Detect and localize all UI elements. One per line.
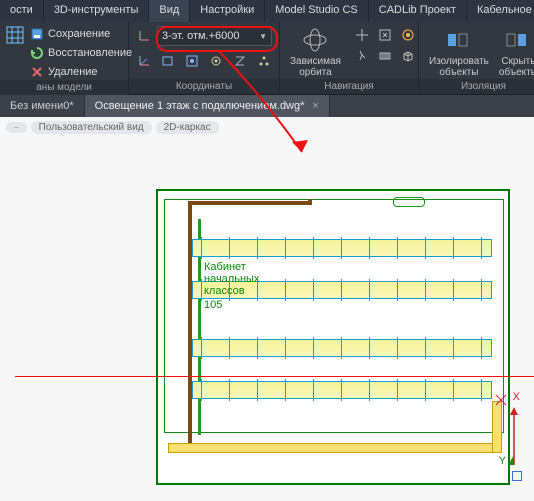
axis-x-label: X [513,391,520,403]
coord-dropdown-label: 3-эт. отм.+6000 [162,30,240,42]
panel-label-isolation: Изоляция [419,79,534,94]
restore-icon [30,46,44,60]
doc-tab-lighting[interactable]: Освещение 1 этаж с подключением.dwg* × [85,95,330,117]
isolate-icon [445,26,473,54]
tab-cable[interactable]: Кабельное хозяйство [467,0,534,22]
steering-wheel-icon[interactable] [399,26,417,44]
ucs-world-icon[interactable] [135,52,153,70]
drawing-canvas[interactable]: Кабинет начальных классов 105 X Y [0,137,534,501]
room-number-text: 105 [204,299,222,311]
hide-icon [504,26,532,54]
tab-settings[interactable]: Настройки [190,0,265,22]
restore-view-button[interactable]: Восстановление [30,45,132,61]
coord-dropdown[interactable]: 3-эт. отм.+6000 ▼ [157,26,272,46]
hide-objects-button[interactable]: Скрыть объекты [495,26,534,78]
ucs-view-icon[interactable] [183,52,201,70]
walk-icon[interactable] [353,47,371,65]
panel-label-coords: Координаты [129,79,279,94]
ucs-z-icon[interactable] [231,52,249,70]
ribbon: Сохранение Восстановление Удаление аны м… [0,22,534,95]
panel-label-nav: Навигация [280,79,418,94]
isolate-objects-button[interactable]: Изолировать объекты [425,26,493,78]
tab-view[interactable]: Вид [149,0,190,22]
show-motion-icon[interactable] [376,47,394,65]
constrained-orbit-button[interactable]: Зависимая орбита [286,26,345,78]
ucs-face-icon[interactable] [159,52,177,70]
document-tabs: Без имени0* Освещение 1 этаж с подключен… [0,95,534,117]
delete-icon [30,65,44,79]
drawing-area: Кабинет начальных классов 105 [156,189,510,485]
orbit-icon [301,26,329,54]
doc-tab-unnamed[interactable]: Без имени0* [0,95,85,117]
tab-3d[interactable]: 3D-инструменты [44,0,150,22]
crumb-userview[interactable]: Пользовательский вид [31,121,152,134]
delete-view-button[interactable]: Удаление [30,64,132,80]
room-name-text: Кабинет начальных классов [204,261,259,297]
pan-icon[interactable] [353,26,371,44]
tab-modelstudio[interactable]: Model Studio CS [265,0,369,22]
save-icon [30,27,44,41]
tab-osti[interactable]: ости [0,0,44,22]
menu-tabs: ости 3D-инструменты Вид Настройки Model … [0,0,534,22]
view-cube-icon[interactable] [399,47,417,65]
ucs-origin-icon[interactable] [207,52,225,70]
save-view-button[interactable]: Сохранение [30,26,132,42]
view-breadcrumb: − Пользовательский вид 2D-каркас [0,117,534,137]
origin-box [512,471,522,481]
crumb-minus[interactable]: − [6,122,27,133]
close-icon[interactable]: × [312,100,318,112]
crumb-2dwire[interactable]: 2D-каркас [156,121,219,134]
panel-label-models: аны модели [0,80,128,95]
ucs-3pt-icon[interactable] [255,52,273,70]
zoom-extents-icon[interactable] [376,26,394,44]
orbit-label: Зависимая орбита [290,56,341,78]
axis-arrow [506,407,522,471]
tab-cadlib[interactable]: CADLib Проект [369,0,467,22]
ucs-icon[interactable] [135,27,153,45]
axis-x-marker [494,393,508,407]
chevron-down-icon: ▼ [259,32,267,41]
axis-y-label: Y [499,455,506,467]
grid-big-icon[interactable] [6,26,24,44]
